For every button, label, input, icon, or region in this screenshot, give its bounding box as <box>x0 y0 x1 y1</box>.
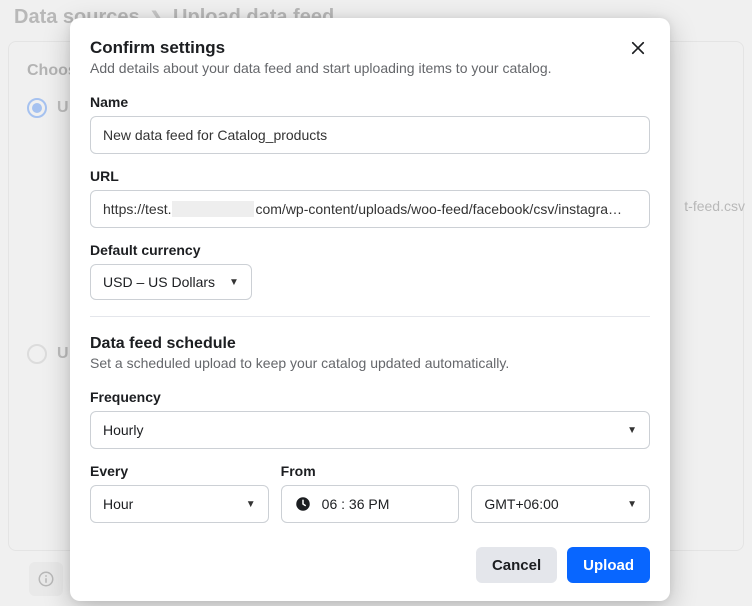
timezone-value: GMT+06:00 <box>484 496 558 512</box>
confirm-settings-modal: Confirm settings Add details about your … <box>70 18 670 601</box>
name-input[interactable]: New data feed for Catalog_products <box>90 116 650 154</box>
info-icon <box>37 570 55 588</box>
currency-label: Default currency <box>90 242 650 258</box>
caret-down-icon: ▼ <box>627 425 637 436</box>
from-time-value: 06 : 36 PM <box>322 496 390 512</box>
radio-selected-icon <box>27 98 47 118</box>
close-icon <box>629 39 647 57</box>
schedule-title: Data feed schedule <box>90 335 650 353</box>
upload-button[interactable]: Upload <box>567 547 650 583</box>
file-name-fragment: t-feed.csv <box>684 198 745 214</box>
frequency-label: Frequency <box>90 389 650 405</box>
cancel-button[interactable]: Cancel <box>476 547 557 583</box>
from-time-input[interactable]: 06 : 36 PM <box>281 485 460 523</box>
caret-down-icon: ▼ <box>229 277 239 288</box>
schedule-subtitle: Set a scheduled upload to keep your cata… <box>90 355 650 371</box>
caret-down-icon: ▼ <box>246 499 256 510</box>
timezone-label <box>471 463 650 479</box>
divider <box>90 316 650 317</box>
currency-value: USD – US Dollars <box>103 274 215 290</box>
from-label: From <box>281 463 460 479</box>
modal-subtitle: Add details about your data feed and sta… <box>90 60 552 76</box>
every-value: Hour <box>103 496 133 512</box>
radio-option-1-label: U <box>57 99 69 117</box>
modal-title: Confirm settings <box>90 38 552 58</box>
url-input[interactable]: https://test. com/wp-content/uploads/woo… <box>90 190 650 228</box>
caret-down-icon: ▼ <box>627 499 637 510</box>
frequency-value: Hourly <box>103 422 143 438</box>
currency-select[interactable]: USD – US Dollars ▼ <box>90 264 252 300</box>
url-label: URL <box>90 168 650 184</box>
url-prefix: https://test. <box>103 201 171 217</box>
every-select[interactable]: Hour ▼ <box>90 485 269 523</box>
url-redacted <box>172 201 254 217</box>
radio-unselected-icon <box>27 344 47 364</box>
radio-option-2-label: U <box>57 345 69 363</box>
frequency-select[interactable]: Hourly ▼ <box>90 411 650 449</box>
url-suffix: com/wp-content/uploads/woo-feed/facebook… <box>255 201 622 217</box>
close-button[interactable] <box>626 36 650 60</box>
info-button[interactable] <box>29 562 63 596</box>
timezone-select[interactable]: GMT+06:00 ▼ <box>471 485 650 523</box>
every-label: Every <box>90 463 269 479</box>
clock-icon <box>294 495 312 513</box>
name-label: Name <box>90 94 650 110</box>
